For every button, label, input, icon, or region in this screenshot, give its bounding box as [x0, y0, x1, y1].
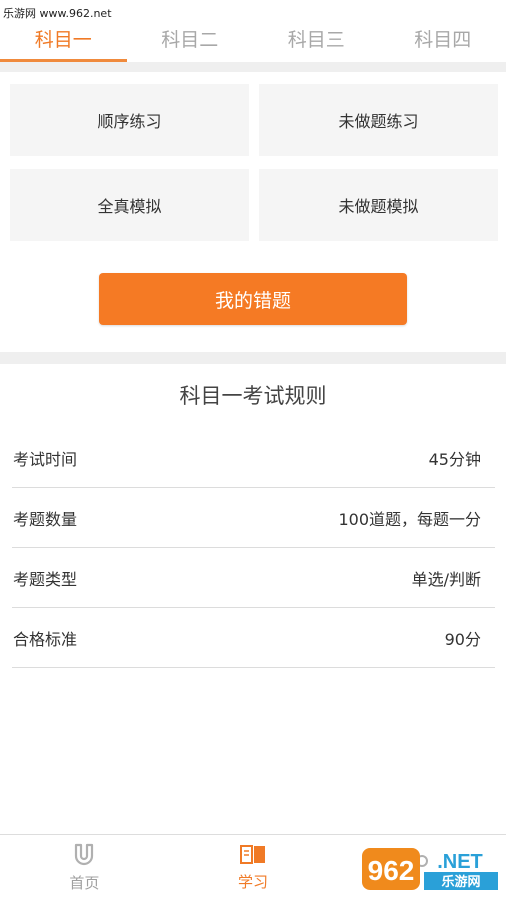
tab-subject-4[interactable]: 科目四 [380, 0, 506, 62]
rule-row-passing-score: 合格标准 90分 [12, 608, 495, 668]
nav-home-label: 首页 [69, 874, 100, 892]
962-logo: 962 .NET 乐游网 [362, 848, 498, 890]
rule-value: 100道题，每题一分 [338, 509, 481, 529]
magnet-icon [75, 843, 94, 866]
book-icon [240, 845, 265, 864]
rules-list: 考试时间 45分钟 考题数量 100道题，每题一分 考题类型 单选/判断 合格标… [12, 428, 495, 668]
nav-home[interactable]: 首页 [0, 835, 169, 900]
tab-subject-3[interactable]: 科目三 [253, 0, 380, 62]
sequential-practice-button[interactable]: 顺序练习 [10, 84, 249, 156]
nav-study[interactable]: 学习 [169, 835, 338, 900]
watermark-text: 乐游网 www.962.net [3, 7, 112, 20]
rule-key: 考试时间 [13, 449, 78, 469]
divider [0, 62, 506, 72]
rule-value: 45分钟 [428, 449, 481, 469]
nav-study-label: 学习 [238, 873, 269, 891]
practice-grid: 顺序练习 未做题练习 全真模拟 未做题模拟 [10, 84, 498, 241]
unanswered-mock-button[interactable]: 未做题模拟 [259, 169, 498, 241]
rule-value: 90分 [444, 629, 481, 649]
svg-text:乐游网: 乐游网 [441, 874, 480, 890]
unanswered-practice-button[interactable]: 未做题练习 [259, 84, 498, 156]
tab-subject-2[interactable]: 科目二 [127, 0, 254, 62]
rule-row-question-type: 考题类型 单选/判断 [12, 548, 495, 608]
full-mock-exam-button[interactable]: 全真模拟 [10, 169, 249, 241]
rule-row-exam-time: 考试时间 45分钟 [12, 428, 495, 488]
svg-text:962: 962 [368, 855, 415, 886]
my-wrong-questions-button[interactable]: 我的错题 [99, 273, 407, 325]
rule-key: 考题类型 [13, 569, 78, 589]
rule-row-question-count: 考题数量 100道题，每题一分 [12, 488, 495, 548]
svg-text:.NET: .NET [437, 851, 483, 873]
divider [0, 352, 506, 364]
rule-key: 合格标准 [13, 629, 78, 649]
rule-key: 考题数量 [13, 509, 78, 529]
rules-title: 科目一考试规则 [179, 384, 327, 408]
rule-value: 单选/判断 [411, 569, 481, 589]
